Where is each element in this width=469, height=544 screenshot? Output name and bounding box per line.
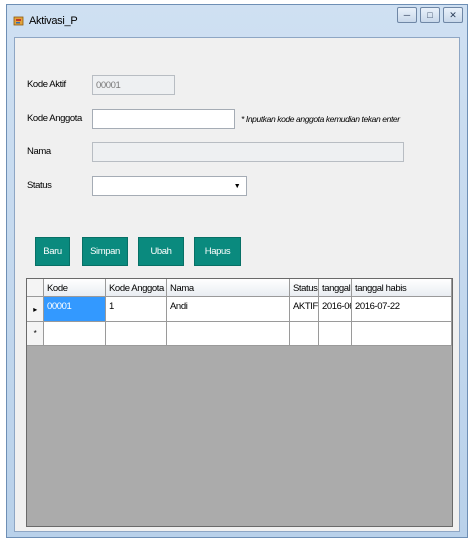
column-header-tanggal-habis[interactable]: tanggal habis — [352, 279, 452, 297]
hapus-button-label: Hapus — [204, 246, 231, 257]
minimize-button[interactable]: ─ — [397, 7, 417, 23]
kode-anggota-hint: * Inputkan kode anggota kemudian tekan e… — [241, 114, 400, 124]
status-select[interactable]: ▼ — [92, 176, 247, 196]
cell-nama[interactable]: Andi — [167, 297, 290, 322]
new-cell[interactable] — [106, 322, 167, 346]
app-icon — [13, 16, 24, 26]
new-cell[interactable] — [290, 322, 319, 346]
new-row[interactable]: * — [27, 322, 452, 346]
hapus-button[interactable]: Hapus — [194, 237, 241, 266]
data-grid[interactable]: Kode Kode Anggota Nama Status tanggal ak… — [26, 278, 453, 527]
close-icon: ✕ — [449, 9, 457, 20]
simpan-button-label: Simpan — [90, 246, 120, 257]
column-header-status[interactable]: Status — [290, 279, 319, 297]
app-window: Aktivasi_P ─ □ ✕ Kode Aktif 00001 Kode A… — [6, 4, 468, 538]
simpan-button[interactable]: Simpan — [82, 237, 128, 266]
nama-label: Nama — [27, 146, 51, 157]
nama-field — [92, 142, 404, 162]
chevron-down-icon[interactable]: ▼ — [230, 178, 244, 194]
column-header-kode-anggota[interactable]: Kode Anggota — [106, 279, 167, 297]
close-button[interactable]: ✕ — [443, 7, 463, 23]
ubah-button[interactable]: Ubah — [138, 237, 184, 266]
form-client-area: Kode Aktif 00001 Kode Anggota * Inputkan… — [14, 37, 460, 532]
title-bar[interactable]: Aktivasi_P ─ □ ✕ — [7, 5, 467, 37]
new-cell[interactable] — [319, 322, 352, 346]
kode-aktif-field: 00001 — [92, 75, 175, 95]
grid-corner-cell[interactable] — [27, 279, 44, 297]
new-cell[interactable] — [167, 322, 290, 346]
new-row-icon[interactable]: * — [27, 322, 44, 346]
minimize-icon: ─ — [403, 10, 411, 20]
current-row-icon[interactable]: ▸ — [27, 297, 44, 322]
maximize-button[interactable]: □ — [420, 7, 440, 23]
baru-button-label: Baru — [43, 246, 62, 257]
cell-tanggal-habis[interactable]: 2016-07-22 — [352, 297, 452, 322]
new-cell[interactable] — [44, 322, 106, 346]
column-header-kode[interactable]: Kode — [44, 279, 106, 297]
cell-kode-anggota[interactable]: 1 — [106, 297, 167, 322]
kode-anggota-label: Kode Anggota — [27, 113, 82, 124]
maximize-icon: □ — [427, 10, 433, 20]
ubah-button-label: Ubah — [150, 246, 172, 257]
column-header-tanggal-aktif[interactable]: tanggal aktif — [319, 279, 352, 297]
grid-header-row: Kode Kode Anggota Nama Status tanggal ak… — [27, 279, 452, 297]
table-row[interactable]: ▸ 00001 1 Andi AKTIF 2016-06-22 2016-07-… — [27, 297, 452, 322]
cell-tanggal-aktif[interactable]: 2016-06-22 — [319, 297, 352, 322]
column-header-nama[interactable]: Nama — [167, 279, 290, 297]
cell-kode[interactable]: 00001 — [44, 297, 106, 322]
status-label: Status — [27, 180, 52, 191]
cell-status[interactable]: AKTIF — [290, 297, 319, 322]
kode-aktif-label: Kode Aktif — [27, 79, 66, 90]
new-cell[interactable] — [352, 322, 452, 346]
kode-anggota-input[interactable] — [92, 109, 235, 129]
window-title: Aktivasi_P — [29, 15, 78, 27]
baru-button[interactable]: Baru — [35, 237, 70, 266]
